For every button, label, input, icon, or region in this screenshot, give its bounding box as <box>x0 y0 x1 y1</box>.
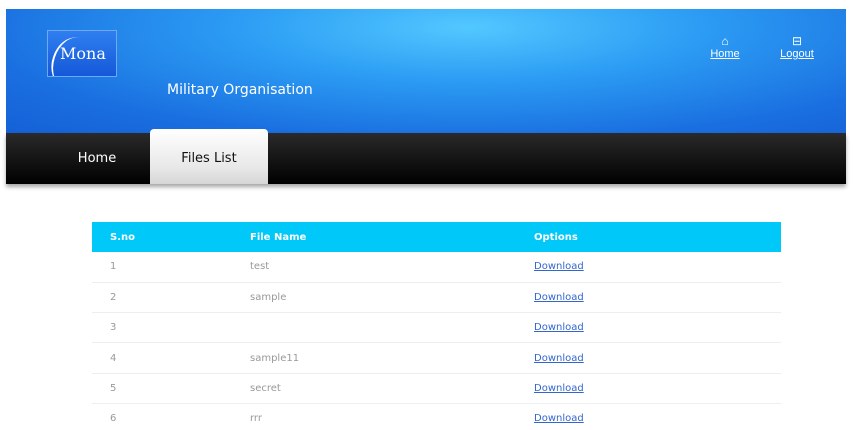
cell-options: Download <box>534 342 781 374</box>
cell-sno: 5 <box>92 373 250 404</box>
cell-sno: 2 <box>92 282 250 313</box>
logo[interactable]: Mona <box>47 30 117 77</box>
logout-icon: ⊟ <box>791 34 803 48</box>
organisation-name: Military Organisation <box>167 82 313 98</box>
download-link[interactable]: Download <box>534 322 584 333</box>
files-table-container: S.no File Name Options 1 test Download 2… <box>92 222 781 430</box>
cell-options: Download <box>534 282 781 313</box>
cell-file-name: rrr <box>250 403 534 430</box>
table-row: 1 test Download <box>92 252 781 283</box>
cell-options: Download <box>534 373 781 404</box>
cell-sno: 6 <box>92 403 250 430</box>
table-row: 4 sample11 Download <box>92 342 781 374</box>
table-row: 5 secret Download <box>92 373 781 404</box>
header-home-link[interactable]: ⌂ Home <box>700 35 750 60</box>
header-home-label: Home <box>710 48 740 60</box>
download-link[interactable]: Download <box>534 292 584 303</box>
download-link[interactable]: Download <box>534 353 584 364</box>
column-header-file-name: File Name <box>250 231 307 243</box>
logo-text: Mona <box>60 44 106 63</box>
header-logout-link[interactable]: ⊟ Logout <box>772 35 822 60</box>
download-link[interactable]: Download <box>534 413 584 424</box>
cell-options: Download <box>534 312 781 343</box>
cell-file-name: secret <box>250 373 534 404</box>
main-nav: Home Files List <box>6 129 846 184</box>
cell-file-name: test <box>250 252 534 283</box>
table-row: 3 Download <box>92 312 781 343</box>
cell-options: Download <box>534 403 781 430</box>
files-table: S.no File Name Options 1 test Download 2… <box>92 222 781 430</box>
home-icon: ⌂ <box>721 34 729 48</box>
column-header-sno: S.no <box>110 231 135 243</box>
cell-sno: 4 <box>92 342 250 374</box>
download-link[interactable]: Download <box>534 383 584 394</box>
cell-options: Download <box>534 252 781 283</box>
nav-tab-files-list[interactable]: Files List <box>150 129 268 184</box>
cell-sno: 3 <box>92 312 250 343</box>
cell-sno: 1 <box>92 252 250 283</box>
cell-file-name: sample <box>250 282 534 313</box>
site-header: Mona Military Organisation ⌂ Home ⊟ Logo… <box>6 9 846 133</box>
header-logout-label: Logout <box>780 48 814 60</box>
table-header-row: S.no File Name Options <box>92 222 781 252</box>
cell-file-name <box>250 312 534 343</box>
column-header-options: Options <box>534 231 578 243</box>
nav-tab-home[interactable]: Home <box>66 133 128 184</box>
table-row: 2 sample Download <box>92 282 781 313</box>
download-link[interactable]: Download <box>534 261 584 272</box>
table-row: 6 rrr Download <box>92 403 781 430</box>
cell-file-name: sample11 <box>250 342 534 374</box>
page: Mona Military Organisation ⌂ Home ⊟ Logo… <box>0 0 853 430</box>
